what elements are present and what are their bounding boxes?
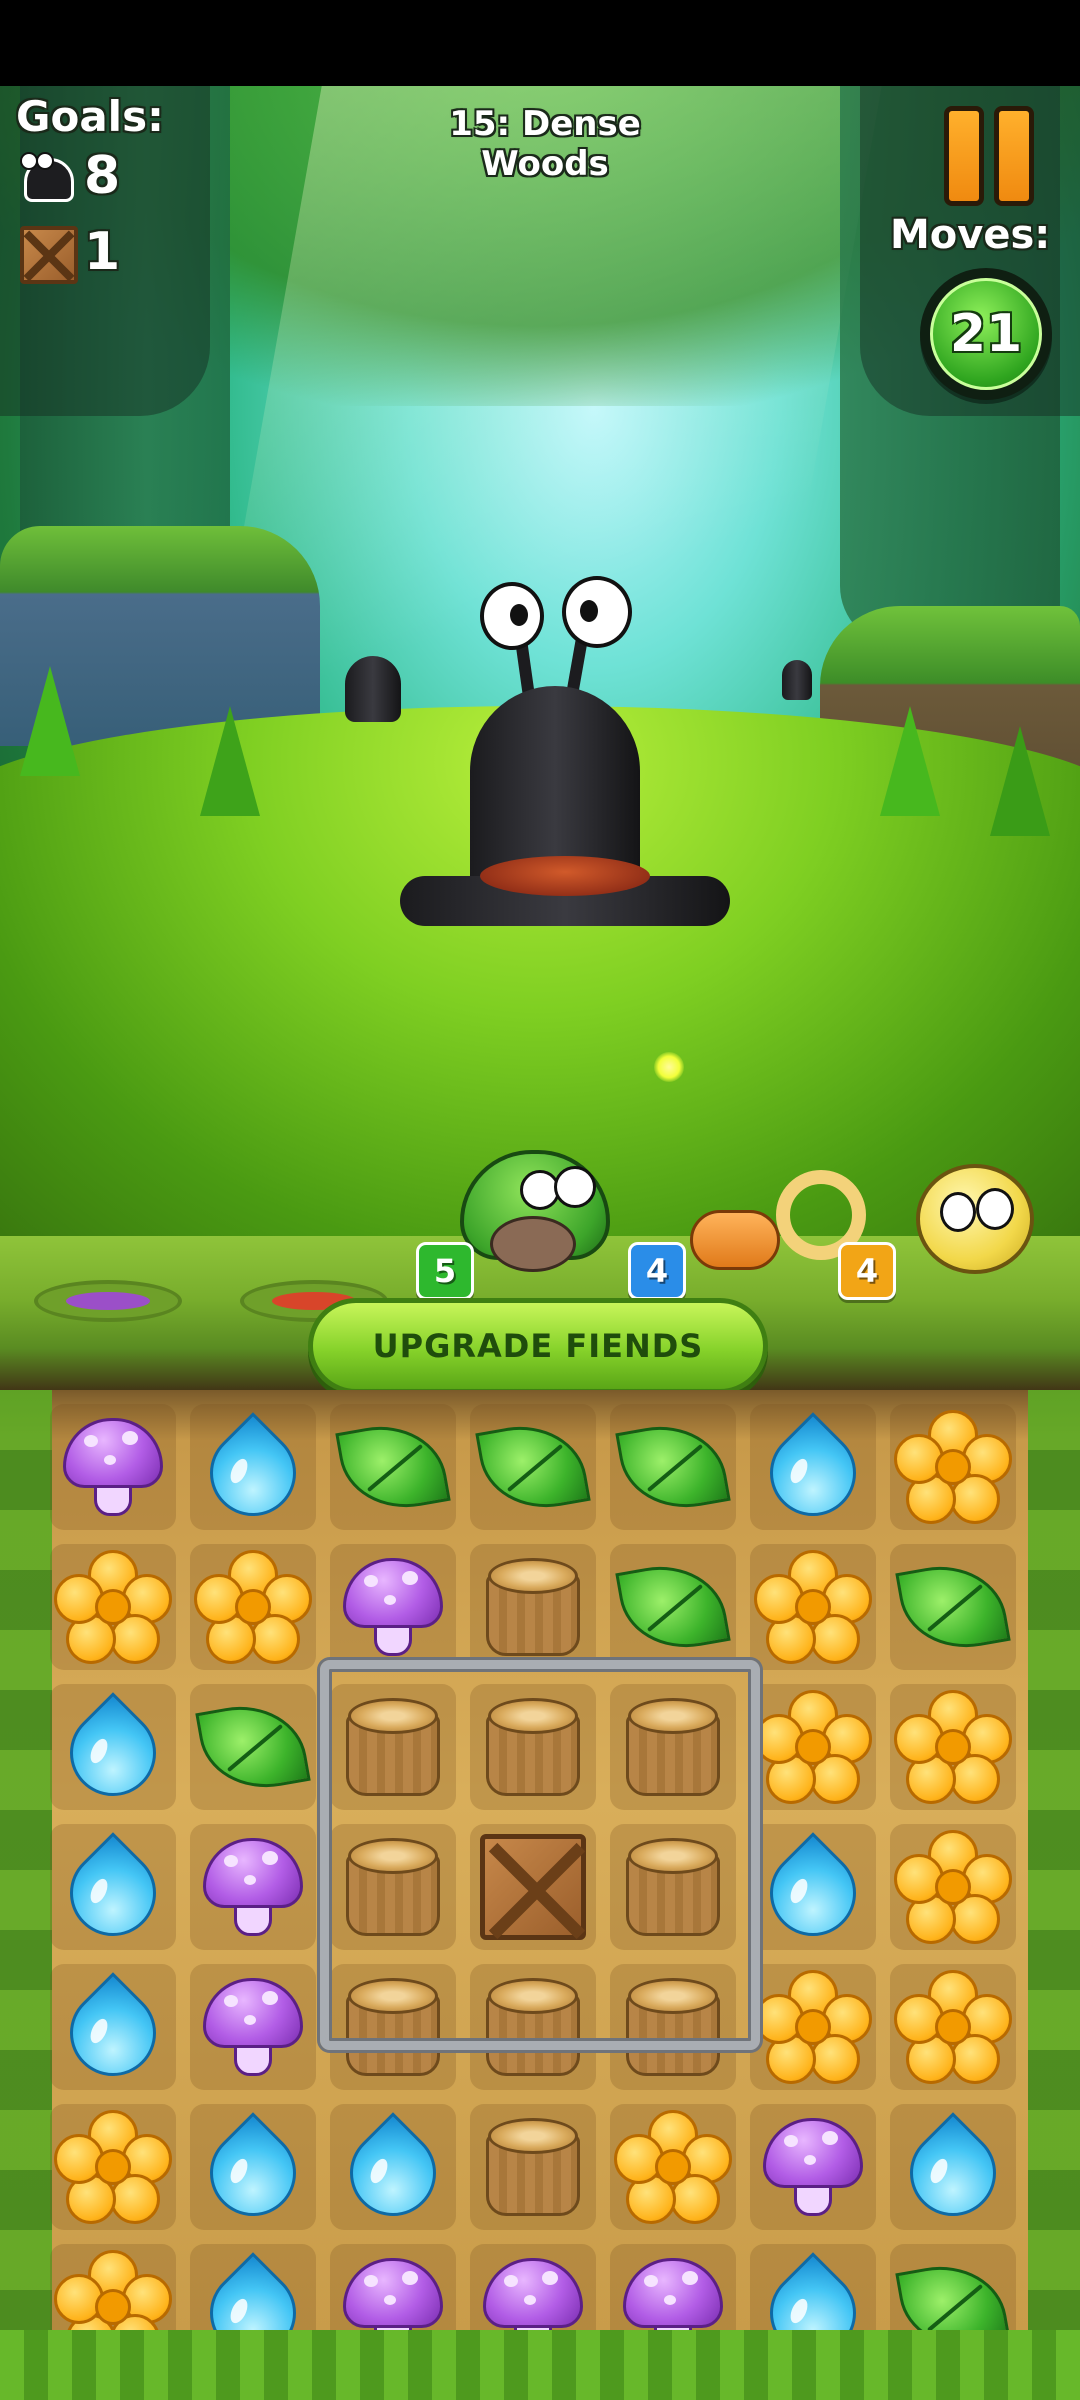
grass-border-right	[1028, 1390, 1080, 2400]
leaf-tile[interactable]	[470, 1404, 596, 1530]
fiend-slot-pad	[34, 1280, 182, 1322]
water-drop-tile[interactable]	[890, 2104, 1016, 2234]
moves-counter: 21	[920, 268, 1052, 400]
water-drop-tile[interactable]	[190, 1404, 316, 1534]
mushroom-tile[interactable]	[750, 2104, 876, 2230]
grass-tuft	[990, 726, 1050, 836]
tree-stump-blocker	[470, 2104, 596, 2230]
flower-tile[interactable]	[890, 1404, 1016, 1530]
slug-goal-icon	[16, 152, 78, 204]
mushroom-tile[interactable]	[190, 1824, 316, 1950]
moves-label: Moves:	[890, 212, 1051, 258]
goal-crate-count: 1	[84, 222, 121, 282]
flower-tile[interactable]	[50, 2104, 176, 2230]
water-drop-tile[interactable]	[50, 1824, 176, 1954]
water-drop-tile[interactable]	[750, 1824, 876, 1954]
flower-tile[interactable]	[890, 1684, 1016, 1810]
flower-tile[interactable]	[750, 1964, 876, 2090]
grass-tuft	[200, 706, 260, 816]
leaf-tile[interactable]	[330, 1404, 456, 1530]
status-bar	[0, 0, 1080, 86]
upgrade-fiends-label: UPGRADE FIENDS	[372, 1327, 704, 1365]
crate-goal-icon	[20, 226, 78, 284]
mushroom-tile[interactable]	[50, 1404, 176, 1530]
yellow-bee-fiend[interactable]	[910, 1140, 1040, 1290]
stone-fence	[320, 1660, 760, 2050]
water-drop-tile[interactable]	[190, 2104, 316, 2234]
leaf-tile[interactable]	[190, 1684, 316, 1810]
enemy-slug-small[interactable]	[345, 646, 405, 726]
goal-slug-count: 8	[84, 146, 121, 206]
flower-tile[interactable]	[750, 1544, 876, 1670]
fiend-level-badge: 4	[838, 1242, 896, 1300]
flower-tile[interactable]	[890, 1964, 1016, 2090]
pause-icon	[994, 106, 1034, 206]
flower-tile[interactable]	[750, 1684, 876, 1810]
level-title: 15: Dense Woods	[449, 104, 641, 184]
mushroom-tile[interactable]	[330, 1544, 456, 1670]
enemy-slug-main[interactable]	[400, 546, 730, 936]
water-drop-tile[interactable]	[330, 2104, 456, 2234]
leaf-tile[interactable]	[610, 1404, 736, 1530]
grass-tuft	[20, 666, 80, 776]
water-drop-tile[interactable]	[50, 1964, 176, 2094]
flower-tile[interactable]	[890, 1824, 1016, 1950]
water-drop-tile[interactable]	[50, 1684, 176, 1814]
pause-button[interactable]	[940, 106, 1040, 206]
pause-icon	[944, 106, 984, 206]
leaf-tile[interactable]	[890, 1544, 1016, 1670]
grass-border-bottom	[0, 2330, 1080, 2400]
grass-tuft	[880, 706, 940, 816]
goals-label: Goals:	[16, 92, 164, 141]
mushroom-tile[interactable]	[190, 1964, 316, 2090]
grass-border-left	[0, 1390, 52, 2400]
water-drop-tile[interactable]	[750, 1404, 876, 1534]
slug-mouth	[480, 856, 650, 896]
flower-tile[interactable]	[610, 2104, 736, 2230]
moves-value: 21	[949, 304, 1023, 364]
upgrade-fiends-button[interactable]: UPGRADE FIENDS	[308, 1298, 768, 1394]
slug-eye-left	[480, 582, 544, 650]
slug-eye-right	[562, 576, 632, 648]
firefly-glow	[654, 1052, 684, 1082]
leaf-tile[interactable]	[610, 1544, 736, 1670]
green-beetle-fiend[interactable]	[450, 1130, 620, 1290]
fiend-level-badge: 5	[416, 1242, 474, 1300]
fiend-level-badge: 4	[628, 1242, 686, 1300]
tree-stump-blocker	[470, 1544, 596, 1670]
flower-tile[interactable]	[50, 1544, 176, 1670]
flower-tile[interactable]	[190, 1544, 316, 1670]
enemy-slug-tiny[interactable]	[782, 652, 816, 704]
